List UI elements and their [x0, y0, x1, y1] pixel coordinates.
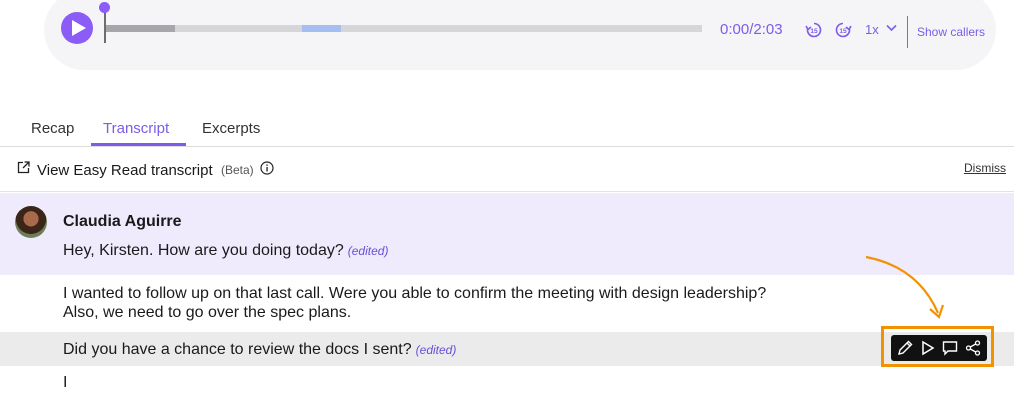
transcript-line: Did you have a chance to review the docs… [63, 341, 456, 359]
info-icon[interactable] [260, 161, 274, 175]
avatar [15, 206, 47, 238]
external-link-icon [17, 161, 30, 174]
play-icon [71, 20, 86, 36]
audio-player: 0:00/2:03 15 15 1x Show callers [44, 0, 996, 70]
easy-read-banner: View Easy Read transcript (Beta) Dismiss [0, 147, 1014, 192]
transcript-line-hovered[interactable]: Did you have a chance to review the docs… [0, 332, 1014, 366]
transcript-line[interactable]: Hey, Kirsten. How are you doing today? (e… [63, 242, 388, 260]
speaker-name: Claudia Aguirre [63, 213, 182, 230]
track-highlight-segment [302, 25, 341, 32]
skip-back-15-icon[interactable]: 15 [805, 21, 823, 39]
transcript-line[interactable]: I wanted to follow up on that last call.… [63, 284, 863, 322]
transcript-line-text-cont: Also, we need to go over the spec plans. [63, 304, 352, 321]
dismiss-button[interactable]: Dismiss [964, 161, 1006, 175]
tab-transcript[interactable]: Transcript [103, 120, 169, 137]
progress-track[interactable] [105, 25, 702, 32]
beta-badge: (Beta) [221, 163, 254, 177]
transcript-line-text: Hey, Kirsten. How are you doing today? [63, 242, 344, 259]
transcript-line-partial[interactable]: I [63, 374, 67, 392]
transcript-line-text: I wanted to follow up on that last call.… [63, 285, 767, 302]
play-button[interactable] [61, 12, 93, 44]
annotation-highlight-box [881, 326, 994, 367]
tab-excerpts[interactable]: Excerpts [202, 120, 260, 137]
playback-time: 0:00/2:03 [720, 21, 783, 38]
tab-recap[interactable]: Recap [31, 120, 74, 137]
skip-forward-15-icon[interactable]: 15 [834, 21, 852, 39]
track-played [105, 25, 175, 32]
skip-back-label: 15 [810, 28, 818, 35]
chevron-down-icon[interactable] [886, 24, 897, 32]
show-callers-link[interactable]: Show callers [917, 25, 985, 39]
edited-badge: (edited) [415, 343, 457, 357]
divider [907, 16, 908, 48]
active-tab-indicator [91, 143, 186, 146]
playback-speed[interactable]: 1x [865, 22, 879, 37]
skip-forward-label: 15 [839, 28, 847, 35]
transcript-line-text: Did you have a chance to review the docs… [63, 341, 412, 358]
playhead-knob[interactable] [99, 2, 110, 13]
view-easy-read-link[interactable]: View Easy Read transcript [37, 162, 213, 179]
annotation-arrow-icon [865, 255, 945, 319]
tab-bar: Recap Transcript Excerpts [0, 112, 1014, 147]
edited-badge: (edited) [347, 244, 389, 258]
